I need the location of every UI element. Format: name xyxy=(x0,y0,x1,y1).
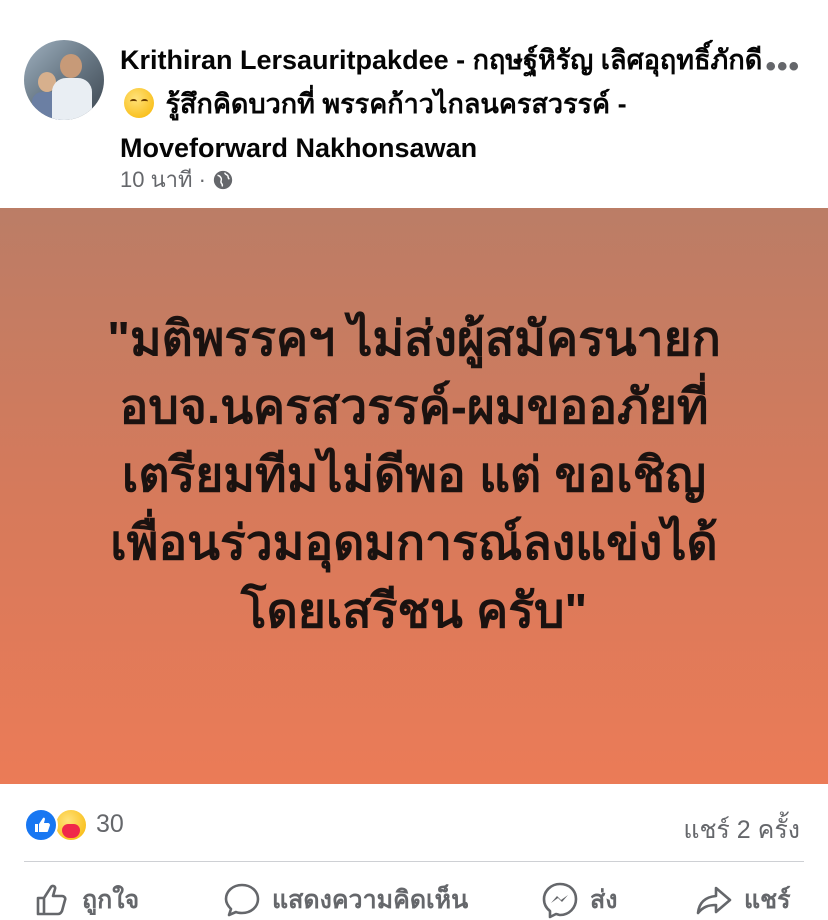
avatar[interactable] xyxy=(24,40,104,120)
like-button[interactable]: ถูกใจ xyxy=(32,880,139,920)
thumbs-up-icon xyxy=(36,884,67,916)
comment-label: แสดงความคิดเห็น xyxy=(272,886,469,914)
action-bar: ถูกใจ แสดงความคิดเห็น ส่ง แชร์ xyxy=(0,862,828,919)
shares-count[interactable]: แชร์ 2 ครั้ง xyxy=(683,810,800,850)
post-meta: 10 นาที · xyxy=(120,162,234,197)
like-reaction-icon[interactable] xyxy=(24,808,58,842)
image-quote-text: "มติพรรคฯ ไม่ส่งผู้สมัครนายก อบจ.นครสวรร… xyxy=(107,313,721,638)
reaction-count[interactable]: 30 xyxy=(96,810,124,839)
globe-icon xyxy=(213,170,233,190)
post-time[interactable]: 10 นาที xyxy=(120,167,192,192)
care-reaction-icon[interactable] xyxy=(54,808,88,842)
ellipsis-icon[interactable]: ••• xyxy=(765,50,800,84)
meta-separator: · xyxy=(198,167,206,192)
relieved-face-icon xyxy=(124,88,154,118)
send-label: ส่ง xyxy=(590,886,618,914)
comment-icon xyxy=(224,883,260,917)
post-image[interactable]: "มติพรรคฯ ไม่ส่งผู้สมัครนายก อบจ.นครสวรร… xyxy=(0,208,828,784)
reaction-bar: 30 แชร์ 2 ครั้ง xyxy=(0,784,828,862)
share-label: แชร์ xyxy=(744,886,791,914)
comment-button[interactable]: แสดงความคิดเห็น xyxy=(222,880,468,920)
feeling-text[interactable]: รู้สึกคิดบวกที่ พรรคก้าวไกลนครสวรรค์ - M… xyxy=(120,89,627,163)
like-label: ถูกใจ xyxy=(82,886,140,914)
author-name[interactable]: Krithiran Lersauritpakdee - กฤษฐ์หิรัญ เ… xyxy=(120,45,762,75)
post-author-line: Krithiran Lersauritpakdee - กฤษฐ์หิรัญ เ… xyxy=(120,38,770,170)
send-button[interactable]: ส่ง xyxy=(540,880,617,920)
share-icon xyxy=(696,886,732,915)
share-button[interactable]: แชร์ xyxy=(694,880,791,920)
post-header: Krithiran Lersauritpakdee - กฤษฐ์หิรัญ เ… xyxy=(0,0,828,208)
messenger-icon xyxy=(542,882,578,919)
